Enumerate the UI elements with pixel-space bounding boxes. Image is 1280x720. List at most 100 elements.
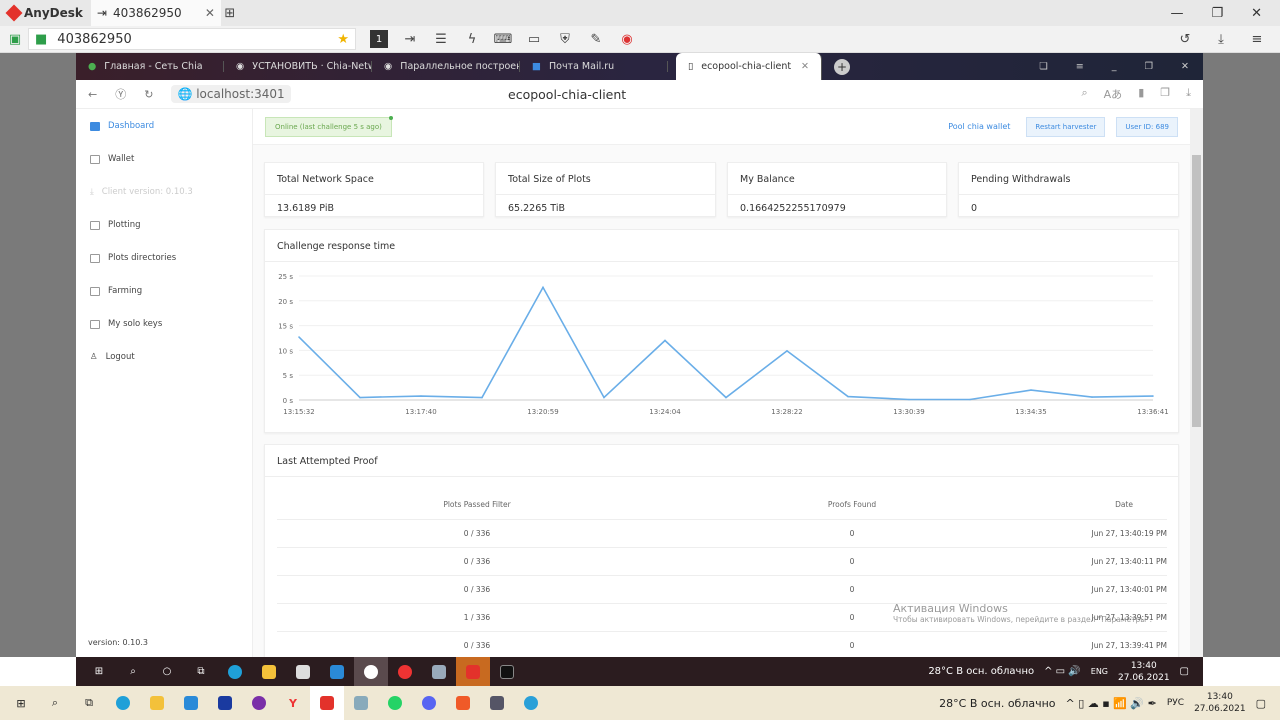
browser-tab[interactable]: ● Главная - Сеть Chia	[76, 61, 224, 72]
menu-icon[interactable]: ≡	[1248, 30, 1266, 48]
notifications-icon[interactable]: ▢	[1256, 697, 1266, 710]
menu-icon[interactable]: ≡	[1076, 61, 1084, 72]
close-tab-icon[interactable]: ✕	[801, 61, 809, 72]
sidebar-item-solo-keys[interactable]: My solo keys	[90, 319, 162, 329]
anydesk-icon[interactable]	[310, 686, 344, 720]
restore-button[interactable]: ❐	[1145, 61, 1154, 72]
new-tab-icon[interactable]: ⊞	[221, 4, 239, 22]
start-button[interactable]: ⊞	[4, 697, 38, 710]
sidebar-item-plotting[interactable]: Plotting	[90, 220, 141, 230]
yandex-browser-icon[interactable]	[354, 657, 388, 686]
tor-icon[interactable]	[242, 696, 276, 710]
scrollbar[interactable]	[1190, 109, 1203, 657]
explorer-icon[interactable]	[140, 696, 174, 710]
tray-icons[interactable]: ^ ▭ 🔊	[1044, 666, 1081, 677]
url-field[interactable]: 🌐 localhost:3401	[171, 85, 291, 103]
browser-tab[interactable]: ■ Почта Mail.ru	[520, 61, 668, 72]
search-icon[interactable]: ⌕	[38, 696, 72, 710]
farming-icon	[90, 286, 100, 296]
app-icon[interactable]	[208, 696, 242, 710]
translate-icon[interactable]: Aあ	[1104, 86, 1123, 102]
browser-tab[interactable]: ◉ УСТАНОВИТЬ · Chia-Netw	[224, 61, 372, 72]
search-page-icon[interactable]: ⌕	[1081, 86, 1087, 102]
sidebar-item-label: Plots directories	[108, 253, 177, 263]
cortana-icon[interactable]: ○	[150, 666, 184, 677]
discord-icon[interactable]	[412, 696, 446, 710]
terminal-icon[interactable]	[490, 664, 524, 679]
back-icon[interactable]: ←	[88, 88, 97, 101]
browser-tab-active[interactable]: ▯ ecopool-chia-client ✕	[676, 53, 822, 80]
display-icon[interactable]: ▭	[525, 30, 543, 48]
tray-icons[interactable]: ^ ▯ ☁ ▪ 📶 🔊 ✒	[1066, 697, 1157, 710]
bookmark-icon[interactable]: ▮	[1138, 86, 1144, 102]
whatsapp-icon[interactable]	[378, 696, 412, 710]
sidebar-item-wallet[interactable]: Wallet	[90, 154, 134, 164]
monitor-select-button[interactable]: 1	[370, 30, 388, 48]
sidebar-item-label: My solo keys	[108, 319, 163, 329]
address-input[interactable]: ■ 403862950 ★	[28, 28, 356, 50]
close-button[interactable]: ✕	[1251, 6, 1262, 21]
anydesk-logo-icon	[5, 4, 23, 22]
reload-icon[interactable]: ↻	[144, 88, 153, 101]
scrollbar-thumb[interactable]	[1192, 155, 1201, 427]
close-tab-icon[interactable]: ✕	[205, 6, 215, 20]
download-icon[interactable]: ⤓	[1186, 86, 1191, 102]
telegram-icon[interactable]	[514, 696, 548, 710]
app-icon[interactable]	[344, 696, 378, 710]
sidebar-item-plots-directories[interactable]: Plots directories	[90, 253, 176, 263]
sidebar-item-dashboard[interactable]: Dashboard	[90, 121, 154, 131]
close-button[interactable]: ✕	[1181, 61, 1189, 72]
yandex-icon[interactable]: Ⓨ	[115, 86, 126, 102]
yandex-icon[interactable]	[388, 664, 422, 679]
sidebar-item-farming[interactable]: Farming	[90, 286, 142, 296]
pool-wallet-link[interactable]: Pool chia wallet	[948, 122, 1010, 131]
minimize-button[interactable]: _	[1112, 61, 1117, 72]
stat-value: 65.2265 TiB	[508, 203, 565, 214]
keyboard-icon[interactable]: ⌨	[494, 30, 513, 48]
actions-icon[interactable]: ϟ	[463, 30, 481, 48]
download-icon[interactable]: ⤓	[1212, 30, 1230, 48]
session-tab[interactable]: ⇥ 403862950 ✕	[90, 0, 221, 26]
yandex-browser-icon[interactable]: Y	[276, 697, 310, 710]
anydesk-logo: AnyDesk	[0, 4, 91, 22]
file-transfer-icon[interactable]: ⇥	[401, 30, 419, 48]
weather-widget[interactable]: 28°C В осн. облачно	[939, 697, 1055, 710]
new-tab-button[interactable]: +	[834, 58, 850, 75]
sidebar-item-logout[interactable]: ♙ Logout	[90, 352, 135, 362]
mail-icon[interactable]	[174, 696, 208, 710]
brave-icon[interactable]	[446, 696, 480, 710]
whiteboard-icon[interactable]: ✎	[587, 30, 605, 48]
column-header: Proofs Found	[677, 491, 1027, 520]
start-button[interactable]: ⊞	[82, 666, 116, 677]
mail-icon[interactable]	[320, 664, 354, 679]
record-icon[interactable]: ◉	[618, 30, 636, 48]
clock[interactable]: 13:40 27.06.2021	[1194, 691, 1246, 715]
chia-leaf-icon: ●	[88, 61, 97, 72]
minimize-button[interactable]: —	[1170, 6, 1183, 21]
task-view-icon[interactable]: ⧉	[184, 666, 218, 677]
clock[interactable]: 13:40 27.06.2021	[1118, 660, 1170, 684]
favorite-star-icon[interactable]: ★	[337, 32, 349, 47]
explorer-icon[interactable]	[252, 664, 286, 679]
maximize-button[interactable]: ❐	[1211, 6, 1223, 21]
history-icon[interactable]: ↺	[1176, 30, 1194, 48]
store-icon[interactable]	[286, 664, 320, 679]
chat-icon[interactable]: ☰	[432, 30, 450, 48]
weather-widget[interactable]: 28°C В осн. облачно	[928, 666, 1034, 677]
language-indicator[interactable]: РУС	[1167, 698, 1184, 708]
tabs-icon[interactable]: ❏	[1039, 61, 1048, 72]
language-indicator[interactable]: ENG	[1091, 667, 1108, 676]
reader-icon[interactable]: ❐	[1160, 86, 1170, 102]
anydesk-icon[interactable]	[456, 657, 490, 686]
permissions-icon[interactable]: ⛨	[556, 30, 574, 48]
notifications-icon[interactable]: ▢	[1180, 666, 1189, 677]
restart-harvester-button[interactable]: Restart harvester	[1026, 116, 1106, 137]
browser-tab[interactable]: ◉ Параллельное построени	[372, 61, 520, 72]
app-icon[interactable]	[422, 664, 456, 679]
search-icon[interactable]: ⌕	[116, 666, 150, 677]
task-view-icon[interactable]: ⧉	[72, 696, 106, 710]
calculator-icon[interactable]	[480, 696, 514, 710]
user-id-button[interactable]: User ID: 689	[1116, 116, 1178, 137]
edge-icon[interactable]	[106, 696, 140, 710]
edge-icon[interactable]	[218, 664, 252, 679]
